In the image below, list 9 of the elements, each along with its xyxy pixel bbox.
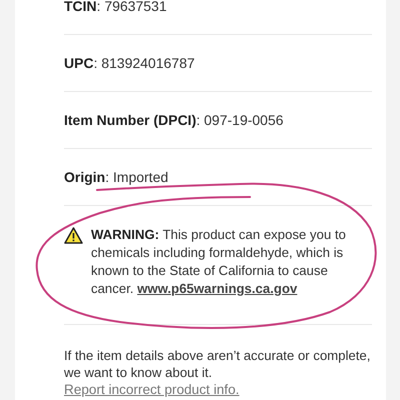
detail-text: UPC: 813924016787 — [64, 55, 195, 71]
feedback-text: If the item details above aren’t accurate or complete, we want to know about it. — [64, 347, 372, 381]
detail-text: Item Number (DPCI): 097-19-0056 — [64, 112, 284, 128]
warning-link[interactable]: www.p65warnings.ca.gov — [137, 281, 298, 296]
detail-text: TCIN: 79637531 — [64, 0, 167, 14]
warning-icon — [64, 227, 83, 244]
detail-text: Origin: Imported — [64, 169, 168, 185]
warning-text: WARNING: This product can expose you to chemicals including formaldehyde, which is known to the State of California to cause cancer. www.p65warnings.ca.gov — [91, 226, 347, 298]
report-link[interactable]: Report incorrect product info. — [64, 381, 240, 398]
